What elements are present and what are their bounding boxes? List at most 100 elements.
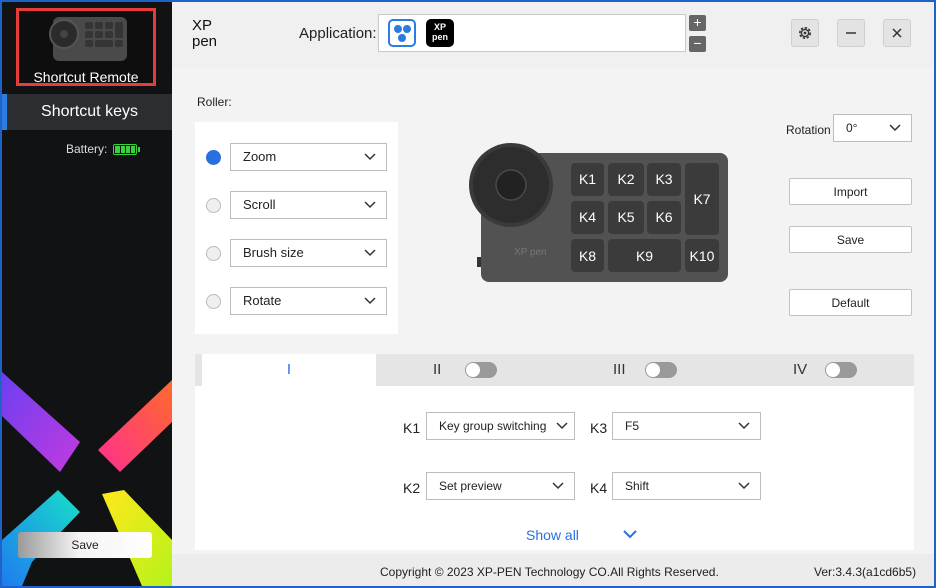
roller-option-row: Brush size (195, 238, 398, 268)
remove-application-button[interactable]: − (689, 36, 706, 52)
device-card-shortcut-remote[interactable]: Shortcut Remote (16, 8, 156, 86)
svg-text:K7: K7 (693, 191, 710, 207)
svg-text:K1: K1 (579, 171, 596, 187)
close-button[interactable] (883, 19, 911, 47)
settings-button[interactable] (791, 19, 819, 47)
application-list: XP pen (378, 14, 686, 52)
device-brand-mark: XP pen (514, 247, 547, 258)
chevron-down-icon (364, 297, 376, 305)
roller-select-label: Rotate (243, 293, 282, 308)
default-button[interactable]: Default (789, 289, 912, 316)
roller-select-zoom[interactable]: Zoom (230, 143, 387, 171)
chevron-down-icon (556, 422, 568, 430)
toggle-group-4[interactable] (825, 362, 857, 378)
roller-option-row: Scroll (195, 190, 398, 220)
roller-radio-zoom[interactable] (206, 150, 221, 165)
rotation-label: Rotation (786, 123, 831, 137)
tab-group-3[interactable]: III (613, 354, 626, 386)
svg-text:K10: K10 (690, 248, 715, 264)
toggle-group-2[interactable] (465, 362, 497, 378)
svg-text:pen: pen (192, 33, 217, 50)
key-select-k4[interactable]: Shift (612, 472, 761, 500)
key-label-k2: K2 (403, 480, 421, 496)
svg-text:K5: K5 (617, 209, 634, 225)
key-k9[interactable]: K9 (608, 239, 681, 272)
minimize-icon (846, 32, 856, 34)
key-k5[interactable]: K5 (608, 201, 644, 234)
app-icon-xp-pen[interactable]: XP pen (426, 19, 454, 47)
app-icon-all-apps[interactable] (388, 19, 416, 47)
chevron-down-icon (364, 153, 376, 161)
roller-select-brush-size[interactable]: Brush size (230, 239, 387, 267)
roller-radio-scroll[interactable] (206, 198, 221, 213)
roller-select-label: Brush size (243, 245, 304, 260)
device-thumbnail (49, 17, 127, 61)
key-assignment-value: F5 (625, 419, 640, 433)
battery-status: Battery: (66, 142, 141, 156)
chevron-down-icon (364, 201, 376, 209)
chevron-down-icon (552, 482, 564, 490)
chevron-down-icon[interactable] (623, 529, 637, 539)
key-k2[interactable]: K2 (608, 163, 644, 196)
key-k4[interactable]: K4 (571, 201, 604, 234)
rotation-value: 0° (846, 121, 858, 135)
roller-option-row: Rotate (195, 286, 398, 316)
key-k8[interactable]: K8 (571, 239, 604, 272)
tab-group-1[interactable]: I (202, 354, 376, 386)
roller-select-label: Zoom (243, 149, 277, 164)
roller-option-row: Zoom (195, 142, 398, 172)
svg-text:K4: K4 (579, 209, 596, 225)
svg-text:K3: K3 (655, 171, 672, 187)
key-select-k1[interactable]: Key group switching (426, 412, 575, 440)
tab-group-2[interactable]: II (433, 354, 441, 386)
add-application-button[interactable]: + (689, 15, 706, 31)
battery-icon (113, 143, 141, 155)
xp-pen-logo: XP pen (192, 17, 217, 50)
key-k6[interactable]: K6 (647, 201, 681, 234)
roller-select-scroll[interactable]: Scroll (230, 191, 387, 219)
key-group-tabs: I II III IV (195, 354, 914, 386)
show-all-link[interactable]: Show all (526, 527, 579, 543)
version-text: Ver:3.4.3(a1cd6b5) (814, 565, 917, 579)
svg-text:K2: K2 (617, 171, 634, 187)
key-assignment-value: Shift (625, 479, 650, 493)
import-button[interactable]: Import (789, 178, 912, 205)
roller-title: Roller: (197, 95, 232, 109)
save-button[interactable]: Save (789, 226, 912, 253)
tab-group-4[interactable]: IV (793, 354, 807, 386)
device-illustration: XP pen K1 K2 K3 K7 K4 K5 K6 K8 K9 K10 (469, 143, 728, 282)
roller-radio-brush-size[interactable] (206, 246, 221, 261)
key-assignment-panel (195, 386, 914, 550)
close-icon (892, 28, 902, 38)
toggle-group-3[interactable] (645, 362, 677, 378)
key-k1[interactable]: K1 (571, 163, 604, 196)
gear-icon (799, 27, 811, 39)
roller-radio-rotate[interactable] (206, 294, 221, 309)
sidebar-save-button[interactable]: Save (18, 532, 152, 558)
key-k7[interactable]: K7 (685, 163, 719, 235)
svg-text:K9: K9 (636, 248, 653, 264)
copyright-text: Copyright © 2023 XP-PEN Technology CO.Al… (380, 565, 719, 579)
minimize-button[interactable] (837, 19, 865, 47)
sidebar-item-shortcut-keys[interactable]: Shortcut keys (2, 94, 172, 130)
device-name: Shortcut Remote (33, 69, 139, 85)
chevron-down-icon (738, 482, 750, 490)
battery-label: Battery: (66, 142, 108, 156)
key-assignment-value: Set preview (439, 479, 502, 493)
key-label-k3: K3 (590, 420, 608, 436)
roller-panel: Zoom Scroll Brush size Rotate (195, 122, 398, 334)
sidebar: Shortcut Remote Shortcut keys Battery: S… (2, 2, 172, 586)
svg-text:K8: K8 (579, 248, 596, 264)
roller-select-label: Scroll (243, 197, 276, 212)
rotation-select[interactable]: 0° (833, 114, 912, 142)
application-label: Application: (299, 25, 377, 42)
roller-select-rotate[interactable]: Rotate (230, 287, 387, 315)
key-k3[interactable]: K3 (647, 163, 681, 196)
key-k10[interactable]: K10 (685, 239, 719, 272)
key-label-k1: K1 (403, 420, 421, 436)
key-select-k2[interactable]: Set preview (426, 472, 575, 500)
svg-text:XP: XP (192, 17, 212, 34)
key-select-k3[interactable]: F5 (612, 412, 761, 440)
chevron-down-icon (364, 249, 376, 257)
key-assignment-value: Key group switching (439, 419, 547, 433)
